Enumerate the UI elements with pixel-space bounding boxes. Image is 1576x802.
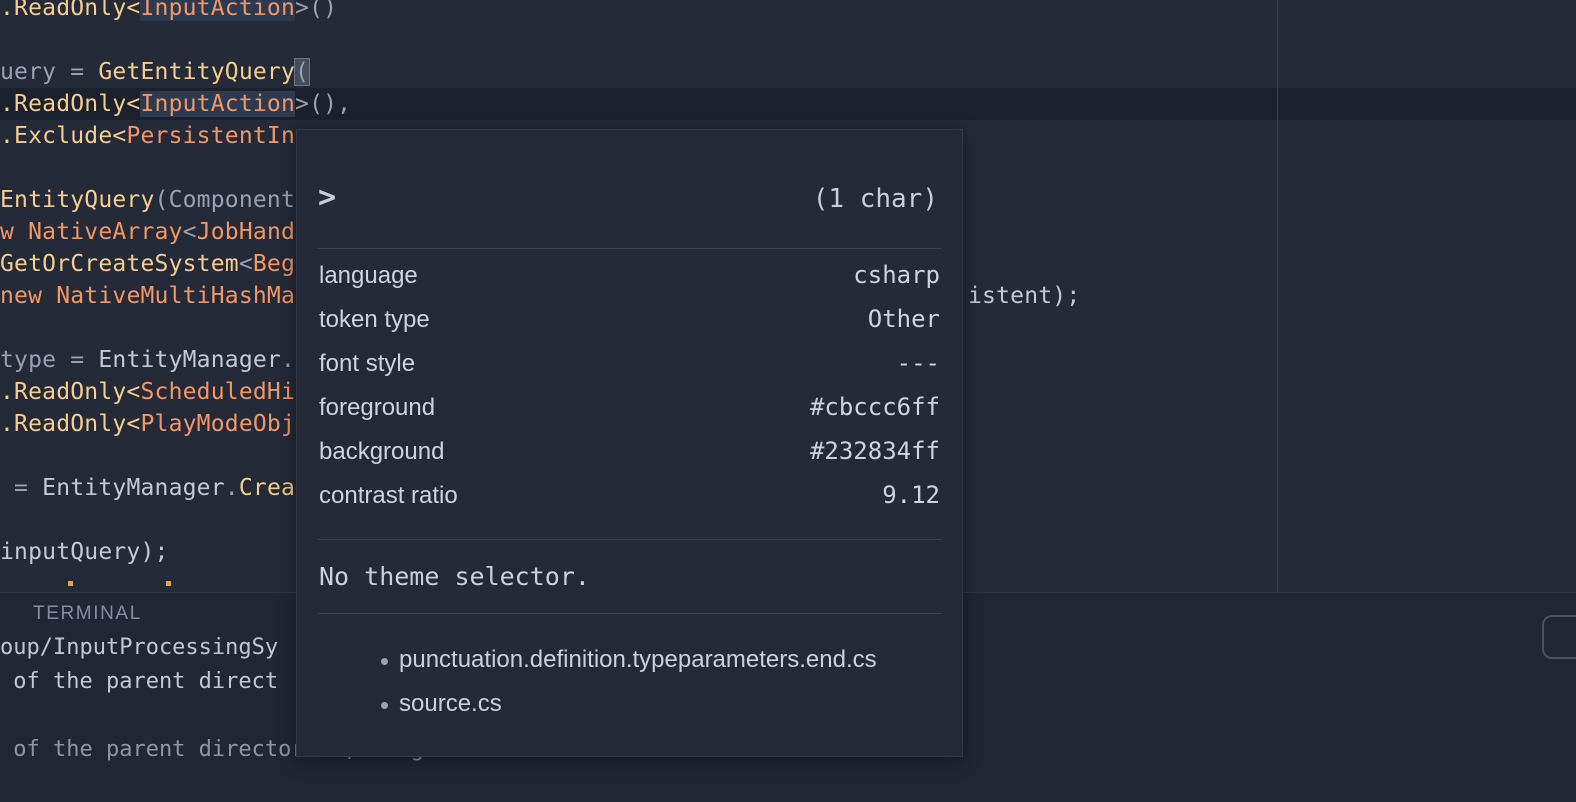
code-token[interactable]: EntityQuery (0, 187, 155, 213)
editor-vertical-ruler (1277, 0, 1278, 592)
tab-terminal[interactable]: TERMINAL (33, 603, 142, 625)
code-token[interactable]: .ReadOnly< (0, 379, 140, 405)
code-token[interactable]: type = (0, 347, 98, 373)
inspect-row-background: background #232834ff (319, 437, 940, 481)
code-line[interactable]: uery = GetEntityQuery( (0, 56, 311, 88)
textmate-scopes-section: punctuation.definition.typeparameters.en… (297, 614, 962, 726)
inspect-row-value: Other (867, 305, 940, 333)
overview-ruler-mark (68, 581, 73, 586)
code-line[interactable]: inputQuery); (0, 536, 169, 568)
code-token[interactable]: Crea (239, 475, 295, 501)
inspect-row-key: token type (319, 306, 430, 333)
code-line[interactable]: EntityQuery(Component (0, 184, 295, 216)
code-line[interactable]: .ReadOnly<PlayModeObj (0, 408, 295, 440)
code-token[interactable]: . (281, 347, 295, 373)
panel-action-button[interactable] (1542, 615, 1576, 659)
inspect-row-font-style: font style --- (319, 349, 940, 393)
code-line[interactable]: new NativeMultiHashMa (0, 280, 295, 312)
inspect-row-value: csharp (853, 261, 940, 289)
code-line[interactable]: = EntityManager.Crea (0, 472, 295, 504)
textmate-scope-item: punctuation.definition.typeparameters.en… (319, 638, 940, 682)
textmate-scope-item: source.cs (319, 682, 940, 726)
inspect-row-token-type: token type Other (319, 305, 940, 349)
code-token[interactable]: .Exclude< (0, 123, 126, 149)
code-token[interactable]: PlayModeObj (140, 411, 295, 437)
inspect-row-key: language (319, 262, 418, 289)
code-token[interactable]: GetOrCreateSystem (0, 251, 239, 277)
code-token[interactable]: = (0, 475, 42, 501)
code-token[interactable]: . (225, 475, 239, 501)
inspected-char-count: (1 char) (812, 184, 938, 214)
code-line[interactable]: .ReadOnly<ScheduledHi (0, 376, 295, 408)
inspect-row-value: #cbccc6ff (809, 393, 940, 421)
code-line[interactable]: .ReadOnly<InputAction>(), (0, 88, 351, 120)
inspect-row-key: foreground (319, 394, 436, 421)
inspect-row-value: #232834ff (809, 437, 940, 465)
inspect-row-key: contrast ratio (319, 482, 458, 509)
inspect-row-value: --- (896, 349, 940, 377)
code-token[interactable]: istent); (968, 283, 1080, 309)
code-token[interactable]: inputQuery); (0, 539, 169, 565)
code-token[interactable]: InputAction (140, 0, 296, 21)
code-token[interactable]: EntityManager (42, 475, 225, 501)
code-token[interactable]: new (0, 283, 56, 309)
inspect-tokens-popup[interactable]: > (1 char) language csharp token type Other… (296, 129, 963, 757)
inspect-row-language: language csharp (319, 261, 940, 305)
code-token[interactable]: ( (294, 58, 311, 86)
code-line[interactable]: .ReadOnly<InputAction>() (0, 0, 337, 24)
code-token[interactable]: < (239, 251, 253, 277)
code-token[interactable]: JobHand (197, 219, 295, 245)
code-token[interactable]: uery = (0, 59, 98, 85)
code-line[interactable]: GetOrCreateSystem<Beg (0, 248, 295, 280)
code-line[interactable]: .Exclude<PersistentIn (0, 120, 295, 152)
code-token[interactable]: Beg (253, 251, 295, 277)
inspect-row-key: font style (319, 350, 416, 377)
inspect-metadata-table: language csharp token type Other font style -… (297, 249, 962, 539)
code-token[interactable]: (Component (155, 187, 295, 213)
vscode-window: .ReadOnly<InputAction>() uery = GetEntity… (0, 0, 1576, 802)
inspect-row-key: background (319, 438, 445, 465)
inspect-row-foreground: foreground #cbccc6ff (319, 393, 940, 437)
code-token[interactable]: w (0, 219, 28, 245)
inspected-token-text: > (318, 180, 337, 215)
inspect-header: > (1 char) (297, 130, 962, 248)
code-token[interactable]: < (183, 219, 197, 245)
code-token[interactable]: PersistentIn (126, 123, 295, 149)
code-line[interactable]: istent); (968, 280, 1080, 312)
inspect-row-contrast-ratio: contrast ratio 9.12 (319, 481, 940, 525)
code-token[interactable]: .ReadOnly< (0, 411, 140, 437)
code-token[interactable]: InputAction (140, 91, 296, 117)
code-token[interactable]: .ReadOnly< (0, 0, 140, 21)
code-token[interactable]: ScheduledHi (140, 379, 295, 405)
code-token[interactable]: >() (295, 0, 337, 21)
code-token[interactable]: NativeMultiHashMa (56, 283, 295, 309)
terminal-line: of the parent direct (0, 669, 279, 694)
theme-selector-text: No theme selector. (319, 562, 590, 591)
textmate-scopes-list: punctuation.definition.typeparameters.en… (319, 638, 940, 726)
code-token[interactable]: >(), (295, 91, 351, 117)
inspect-row-value: 9.12 (882, 481, 940, 509)
code-token[interactable]: NativeArray (28, 219, 183, 245)
terminal-line: oup/InputProcessingSy (0, 635, 279, 660)
code-token[interactable]: GetEntityQuery (98, 59, 295, 85)
code-token[interactable]: EntityManager (98, 347, 281, 373)
code-token[interactable]: .ReadOnly< (0, 91, 140, 117)
code-line[interactable]: w NativeArray<JobHand (0, 216, 295, 248)
overview-ruler-mark (166, 581, 171, 586)
code-line[interactable]: type = EntityManager. (0, 344, 295, 376)
